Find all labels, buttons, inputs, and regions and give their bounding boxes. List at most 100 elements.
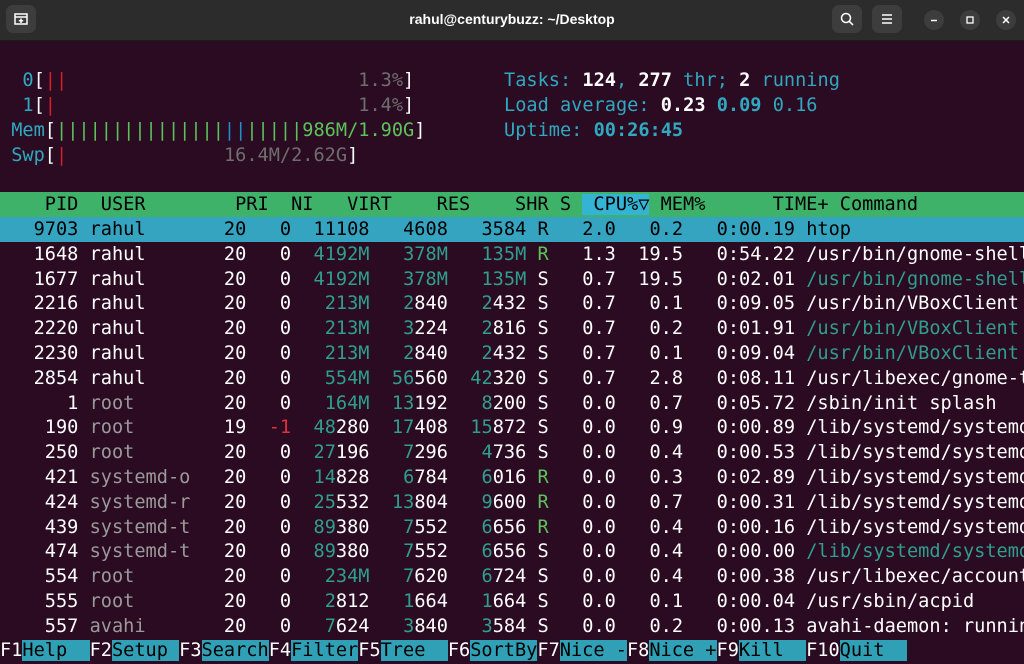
process-priority: 20 xyxy=(212,367,247,389)
process-user: root xyxy=(89,591,202,612)
new-tab-icon xyxy=(14,13,28,25)
fkey-f6-label[interactable]: SortBy xyxy=(470,640,538,661)
fkey-f4-label[interactable]: Filter xyxy=(291,640,359,661)
process-mem: 0.2 xyxy=(627,318,684,340)
terminal-area[interactable]: 0[|| 1.3%] 1[| 1.4%] Mem[|||||||||||||||… xyxy=(0,41,1024,664)
fkey-f5: F5 xyxy=(358,640,381,661)
process-res: 13192 xyxy=(391,392,448,414)
process-row[interactable]: 474 systemd-t 20 0 89380 7552 6656 S 0.0… xyxy=(0,539,1024,564)
fkey-f10-label[interactable]: Quit xyxy=(839,640,907,661)
process-virt: 4192M xyxy=(313,268,370,290)
process-user: rahul xyxy=(89,318,202,340)
process-shr: 4736 xyxy=(481,442,527,464)
process-shr: 135M xyxy=(481,268,527,290)
load-average: Load average: 0.23 0.09 0.16 xyxy=(504,95,818,116)
process-state: R xyxy=(537,516,549,538)
fkey-f3-label[interactable]: Search xyxy=(201,640,269,661)
process-row[interactable]: 1648 rahul 20 0 4192M 378M 135M R 1.3 19… xyxy=(0,242,1024,267)
fkey-f8-label[interactable]: Nice + xyxy=(649,640,717,661)
fkey-f9-label[interactable]: Kill xyxy=(738,640,807,661)
process-row[interactable]: 554 root 20 0 234M 7620 6724 S 0.0 0.4 0… xyxy=(0,564,1024,589)
process-time: 0:02.01 xyxy=(694,268,795,290)
process-cpu: 0.0 xyxy=(559,615,616,637)
process-priority: 20 xyxy=(212,318,247,340)
process-time: 0:09.05 xyxy=(694,293,796,315)
process-user: rahul xyxy=(89,243,202,265)
process-user: systemd-t xyxy=(89,516,202,538)
process-time: 0:00.04 xyxy=(694,591,796,612)
process-row[interactable]: 2854 rahul 20 0 554M 56560 42320 S 0.7 2… xyxy=(0,366,1024,391)
process-mem: 0.1 xyxy=(627,591,684,612)
process-time: 0:05.72 xyxy=(694,392,796,414)
fkey-f3: F3 xyxy=(179,640,202,661)
process-nice: 0 xyxy=(257,467,292,488)
column-header-res: RES xyxy=(403,194,471,215)
process-user: rahul xyxy=(89,367,202,389)
process-shr: 6656 xyxy=(481,541,527,563)
process-row[interactable]: 2216 rahul 20 0 213M 2840 2432 S 0.7 0.1… xyxy=(0,291,1024,316)
threads-count: 277 xyxy=(638,70,672,91)
minimize-icon xyxy=(931,19,937,22)
process-cpu: 0.0 xyxy=(559,541,616,563)
process-state: R xyxy=(537,243,549,265)
process-row[interactable]: 2230 rahul 20 0 213M 2840 2432 S 0.7 0.1… xyxy=(0,341,1024,366)
running-count: 2 xyxy=(739,70,751,91)
process-cpu: 1.3 xyxy=(559,243,616,265)
process-row[interactable]: 9703 rahul 20 0 11108 4608 3584 R 2.0 0.… xyxy=(0,217,1024,242)
process-pid: 557 xyxy=(0,615,79,637)
process-res: 2840 xyxy=(403,293,448,315)
process-row[interactable]: 1 root 20 0 164M 13192 8200 S 0.0 0.7 0:… xyxy=(0,391,1024,416)
fkey-f7-label[interactable]: Nice - xyxy=(559,640,627,661)
process-shr: 2432 xyxy=(481,293,527,315)
process-state: S xyxy=(537,343,549,364)
process-time: 0:00.13 xyxy=(694,615,796,637)
menu-button[interactable] xyxy=(872,5,902,33)
load-1: 0.23 xyxy=(660,95,706,116)
maximize-icon xyxy=(966,16,974,24)
process-mem: 0.9 xyxy=(627,417,684,439)
process-row[interactable]: 250 root 20 0 27196 7296 4736 S 0.0 0.4 … xyxy=(0,440,1024,465)
process-cpu: 0.7 xyxy=(559,318,616,340)
process-command: /usr/bin/VBoxClient --dr xyxy=(806,343,1019,364)
new-tab-button[interactable] xyxy=(6,5,36,33)
process-priority: 20 xyxy=(212,243,247,265)
process-row[interactable]: 1677 rahul 20 0 4192M 378M 135M S 0.7 19… xyxy=(0,267,1024,292)
process-command: /usr/libexec/gnome-termi xyxy=(806,367,1024,389)
process-pid: 2854 xyxy=(0,367,79,389)
process-row[interactable]: 421 systemd-o 20 0 14828 6784 6016 R 0.0… xyxy=(0,465,1024,490)
process-nice: 0 xyxy=(257,516,292,538)
cpu1-label: 1 xyxy=(22,95,34,116)
process-row[interactable]: 557 avahi 20 0 7624 3840 3584 S 0.0 0.2 … xyxy=(0,614,1024,639)
fkey-f2-label[interactable]: Setup xyxy=(111,640,180,661)
minimize-button[interactable] xyxy=(924,10,944,30)
process-res: 3224 xyxy=(403,318,448,340)
process-row[interactable]: 555 root 20 0 2812 1664 1664 S 0.0 0.1 0… xyxy=(0,589,1024,614)
fkey-f5-label[interactable]: Tree xyxy=(380,640,448,661)
fkey-f6: F6 xyxy=(447,640,471,661)
process-shr: 3584 xyxy=(481,615,527,637)
process-cpu: 0.0 xyxy=(559,591,616,612)
process-row[interactable]: 424 systemd-r 20 0 25532 13804 9600 R 0.… xyxy=(0,490,1024,515)
process-priority: 20 xyxy=(212,219,247,240)
load-5: 0.09 xyxy=(716,95,762,116)
process-user: rahul xyxy=(89,268,202,290)
process-pid: 250 xyxy=(0,442,79,464)
cpu1-percent: 1.4% xyxy=(358,95,404,116)
process-virt: 164M xyxy=(324,392,370,414)
close-button[interactable] xyxy=(996,10,1016,30)
search-button[interactable] xyxy=(832,5,862,33)
process-row[interactable]: 2220 rahul 20 0 213M 3224 2816 S 0.7 0.2… xyxy=(0,316,1024,341)
process-state: S xyxy=(537,591,549,612)
fkey-f1-label[interactable]: Help xyxy=(22,640,90,661)
maximize-button[interactable] xyxy=(960,10,980,30)
process-cpu: 0.7 xyxy=(559,293,616,315)
process-pid: 1677 xyxy=(0,268,79,290)
process-state: S xyxy=(537,566,549,588)
process-cpu: 0.0 xyxy=(559,442,616,464)
process-virt: 11108 xyxy=(313,219,370,240)
process-row[interactable]: 190 root 19 -1 48280 17408 15872 S 0.0 0… xyxy=(0,415,1024,440)
process-virt: 27196 xyxy=(313,442,370,464)
process-state: R xyxy=(537,219,549,240)
process-mem: 0.2 xyxy=(627,615,684,637)
process-row[interactable]: 439 systemd-t 20 0 89380 7552 6656 R 0.0… xyxy=(0,515,1024,540)
